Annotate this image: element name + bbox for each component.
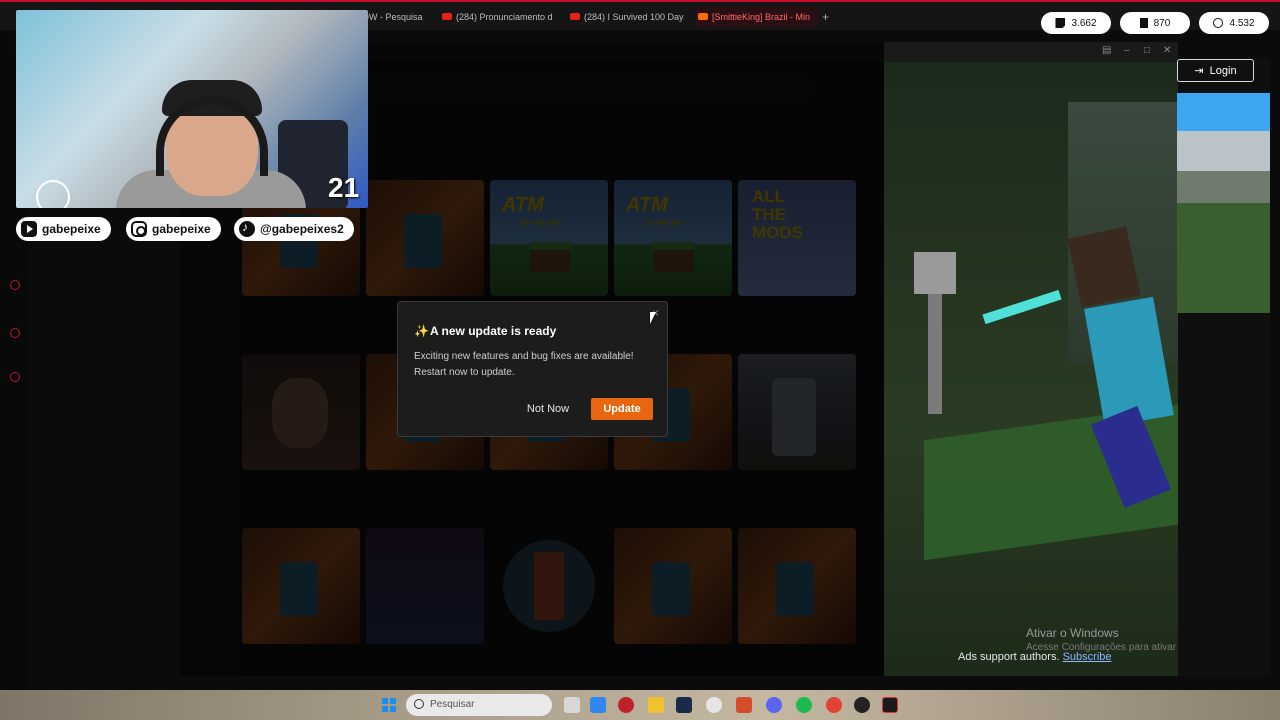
youtube-handle: gabepeixe [42, 222, 101, 236]
chrome-icon[interactable] [826, 697, 842, 713]
folder-icon[interactable] [648, 697, 664, 713]
taskbar-search-input[interactable]: Pesquisar [406, 694, 552, 716]
taskbar-search-placeholder: Pesquisar [430, 699, 475, 710]
twitch-viewers-badge: 3.662 [1041, 12, 1111, 34]
activate-windows-title: Ativar o Windows [1026, 626, 1119, 640]
twitch-viewer-count: 3.662 [1071, 17, 1097, 29]
rail-history-icon[interactable] [10, 328, 20, 338]
tab-label: (284) I Survived 100 Days [584, 12, 684, 22]
minimize-icon[interactable]: – [1124, 45, 1130, 56]
diamond-sword-image [982, 289, 1062, 325]
not-now-button[interactable]: Not Now [518, 398, 578, 420]
spotify-icon[interactable] [796, 697, 812, 713]
rail-extensions-icon[interactable] [10, 372, 20, 382]
camera-number: 21 [328, 172, 360, 203]
app2-icon[interactable] [736, 697, 752, 713]
sparkle-icon: ✨ [414, 324, 429, 338]
tab-label: [SmittieKing] Brazil - Min [712, 12, 811, 22]
ads-notice: Ads support authors. Subscribe [958, 651, 1112, 663]
mouse-cursor-icon [650, 312, 656, 324]
login-label: Login [1209, 64, 1237, 77]
launcher-taskbar-icon[interactable] [882, 697, 898, 713]
total-viewers-badge: 4.532 [1199, 12, 1269, 34]
close-window-icon[interactable]: ✕ [1163, 45, 1171, 56]
kick-icon: K [1139, 17, 1148, 29]
opera-icon[interactable] [618, 697, 634, 713]
tab-pronunciamento[interactable]: (284) Pronunciamento d [440, 7, 556, 27]
youtube-icon [21, 221, 37, 237]
total-viewer-count: 4.532 [1229, 17, 1255, 29]
tab-survived-100-days[interactable]: (284) I Survived 100 Days [568, 7, 684, 27]
windows-start-icon[interactable] [382, 698, 396, 712]
update-button[interactable]: Update [591, 398, 653, 420]
youtube-icon [570, 13, 580, 20]
game-preview-image [1177, 93, 1270, 313]
kick-viewers-badge: K 870 [1120, 12, 1190, 34]
site-favicon-icon [698, 13, 708, 20]
discord-icon[interactable] [766, 697, 782, 713]
featured-banner [884, 62, 1178, 676]
tab-label: (284) Pronunciamento d [456, 12, 553, 22]
app-icon[interactable] [590, 697, 606, 713]
tiktok-icon [239, 220, 255, 237]
instagram-icon [131, 221, 147, 237]
twitch-icon [1055, 18, 1066, 28]
skeleton-mob-image [914, 252, 956, 294]
webcam-overlay: 21 [16, 10, 368, 208]
rail-settings-icon[interactable] [10, 280, 20, 290]
dialog-title: A new update is ready [430, 324, 557, 338]
stream-logo-icon [36, 180, 70, 208]
kick-viewer-count: 870 [1153, 17, 1171, 29]
skeleton-body-image [928, 294, 942, 414]
tab-label: OW - Pesquisa [362, 12, 423, 22]
tiktok-handle: @gabepeixes2 [260, 222, 344, 236]
windows-taskbar: Pesquisar [0, 690, 1280, 720]
login-icon: ⇥ [1194, 65, 1204, 77]
new-tab-button[interactable]: + [822, 10, 829, 24]
search-icon [414, 699, 424, 709]
instagram-handle-badge: gabepeixe [126, 217, 221, 241]
instagram-handle: gabepeixe [152, 222, 211, 236]
youtube-icon [442, 13, 452, 20]
file-icon[interactable] [564, 697, 580, 713]
game-icon[interactable] [706, 697, 722, 713]
dialog-body: Exciting new features and bug fixes are … [414, 351, 634, 378]
tab-smittieking-active[interactable]: [SmittieKing] Brazil - Min [696, 7, 818, 27]
screen: OW - Pesquisa (284) Pronunciamento d (28… [0, 0, 1280, 720]
login-button[interactable]: ⇥ Login [1177, 59, 1254, 82]
maximize-icon[interactable]: □ [1144, 45, 1150, 56]
tiktok-handle-badge: @gabepeixes2 [234, 217, 354, 241]
obs-icon[interactable] [854, 697, 870, 713]
window-menu-icon[interactable]: ▤ [1102, 45, 1111, 56]
globe-icon [1213, 18, 1224, 28]
steam-icon[interactable] [676, 697, 692, 713]
update-dialog: ✨ A new update is ready × Exciting new f… [397, 301, 668, 437]
youtube-handle-badge: gabepeixe [16, 217, 111, 241]
subscribe-link[interactable]: Subscribe [1063, 651, 1112, 663]
ads-text: Ads support authors. [958, 651, 1060, 663]
